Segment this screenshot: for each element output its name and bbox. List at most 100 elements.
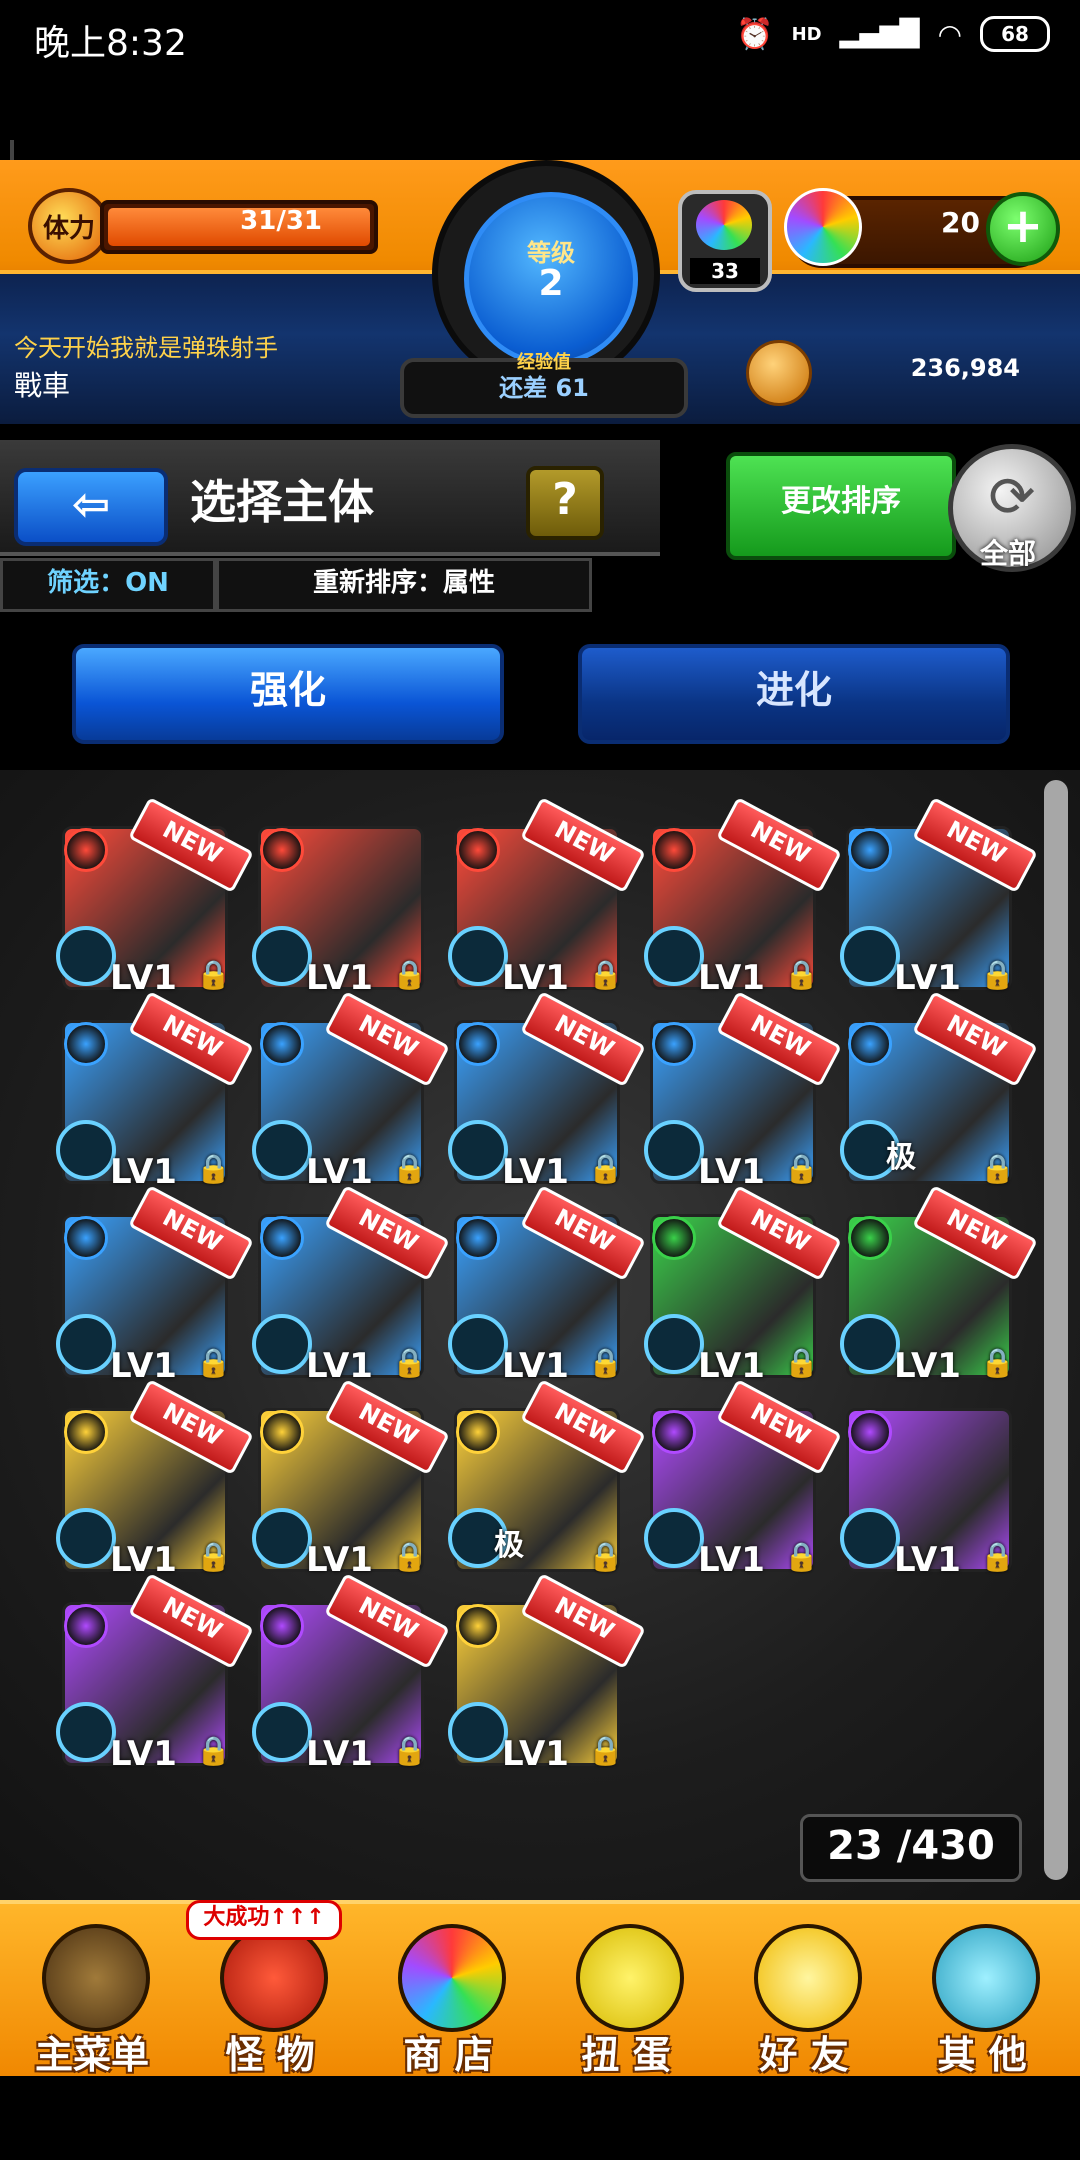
- monster-card[interactable]: NEW LV1 🔒: [252, 1184, 450, 1386]
- level-label: LV1: [502, 1152, 569, 1192]
- add-orb-button[interactable]: +: [986, 192, 1060, 266]
- tab-enhance[interactable]: 强化: [72, 644, 504, 744]
- monster-card[interactable]: NEW LV1 🔒: [448, 990, 646, 1192]
- type-icon: [56, 1702, 116, 1762]
- lock-icon[interactable]: 🔒: [392, 1734, 427, 1770]
- water-attribute-icon: [652, 1022, 696, 1066]
- change-sort-button[interactable]: 更改排序: [726, 452, 956, 560]
- monster-card[interactable]: NEW LV1 🔒: [644, 796, 842, 998]
- lock-icon[interactable]: 🔒: [588, 1346, 623, 1382]
- nav-label: 好 友: [759, 2033, 849, 2077]
- type-icon: [448, 1314, 508, 1374]
- filter-toggle[interactable]: 筛选：ON: [0, 558, 216, 612]
- monster-card[interactable]: NEW LV1 🔒: [448, 796, 646, 998]
- orb-icon: [696, 200, 752, 250]
- level-label: LV1: [110, 958, 177, 998]
- nav-shop[interactable]: 商 店: [364, 1914, 532, 2077]
- fire-attribute-icon: [456, 828, 500, 872]
- dark-attribute-icon: [64, 1604, 108, 1648]
- light-attribute-icon: [260, 1410, 304, 1454]
- orb-stock-button[interactable]: 33: [678, 190, 772, 292]
- nav-gacha[interactable]: 扭 蛋: [542, 1914, 710, 2077]
- coin-icon: [746, 340, 812, 406]
- monster-card[interactable]: NEW 极 🔒: [448, 1378, 646, 1573]
- wifi-icon: ◠: [937, 17, 962, 51]
- alarm-icon: ⏰: [736, 16, 774, 52]
- fire-attribute-icon: [64, 828, 108, 872]
- lock-icon[interactable]: 🔒: [784, 1346, 819, 1382]
- lock-icon[interactable]: 🔒: [196, 1346, 231, 1382]
- monster-card[interactable]: NEW LV1 🔒: [56, 1378, 254, 1580]
- level-label: LV1: [698, 1152, 765, 1192]
- friends-icon: [754, 1924, 862, 2032]
- monster-card[interactable]: NEW LV1 🔒: [448, 1572, 646, 1774]
- monster-card[interactable]: NEW LV1 🔒: [644, 1378, 842, 1580]
- type-icon: [252, 1702, 312, 1762]
- water-attribute-icon: [260, 1216, 304, 1260]
- lock-icon[interactable]: 🔒: [392, 1152, 427, 1188]
- nav-other[interactable]: 其 他: [898, 1914, 1066, 2077]
- lock-icon[interactable]: 🔒: [980, 1540, 1015, 1576]
- monster-card[interactable]: NEW LV1 🔒: [56, 796, 254, 998]
- lock-icon[interactable]: 🔒: [196, 1540, 231, 1576]
- nav-friends[interactable]: 好 友: [720, 1914, 888, 2077]
- lock-icon[interactable]: 🔒: [588, 1540, 623, 1576]
- network-label: HD: [791, 23, 822, 45]
- tab-evolve[interactable]: 进化: [578, 644, 1010, 744]
- level-value: 2: [538, 263, 564, 304]
- nav-main-menu[interactable]: 主菜单: [8, 1914, 176, 2077]
- monster-card[interactable]: NEW LV1 🔒: [56, 1184, 254, 1386]
- level-label: LV1: [110, 1540, 177, 1580]
- monster-card[interactable]: NEW LV1 🔒: [252, 1572, 450, 1774]
- back-button[interactable]: ⇦: [14, 468, 168, 546]
- monster-card[interactable]: NEW LV1 🔒: [252, 990, 450, 1192]
- type-icon: [252, 1120, 312, 1180]
- lock-icon[interactable]: 🔒: [392, 1540, 427, 1576]
- rank-label: 极: [886, 1140, 916, 1175]
- level-label: LV1: [110, 1346, 177, 1386]
- monster-card[interactable]: NEW LV1 🔒: [644, 1184, 842, 1386]
- level-label: LV1: [698, 1346, 765, 1386]
- refresh-label: 全部: [979, 537, 1036, 570]
- monster-card[interactable]: NEW LV1 🔒: [56, 990, 254, 1192]
- fire-attribute-icon: [652, 828, 696, 872]
- lock-icon[interactable]: 🔒: [196, 1152, 231, 1188]
- scrollbar[interactable]: [1044, 780, 1068, 1880]
- lock-icon[interactable]: 🔒: [980, 1346, 1015, 1382]
- monster-card[interactable]: NEW LV1 🔒: [252, 1378, 450, 1580]
- light-attribute-icon: [64, 1410, 108, 1454]
- type-icon: [840, 1314, 900, 1374]
- lock-icon[interactable]: 🔒: [784, 1540, 819, 1576]
- sort-indicator[interactable]: 重新排序：属性: [216, 558, 592, 612]
- lock-icon[interactable]: 🔒: [784, 1152, 819, 1188]
- lock-icon[interactable]: 🔒: [196, 1734, 231, 1770]
- monster-card[interactable]: NEW LV1 🔒: [56, 1572, 254, 1774]
- lock-icon[interactable]: 🔒: [196, 958, 231, 994]
- monster-card[interactable]: NEW LV1 🔒: [840, 1184, 1038, 1386]
- lock-icon[interactable]: 🔒: [588, 958, 623, 994]
- lock-icon[interactable]: 🔒: [392, 958, 427, 994]
- monster-card[interactable]: NEW 极 🔒: [840, 990, 1038, 1185]
- lock-icon[interactable]: 🔒: [980, 1152, 1015, 1188]
- monster-card[interactable]: LV1 🔒: [840, 1408, 1015, 1580]
- egg-icon: [576, 1924, 684, 2032]
- type-icon: [448, 1702, 508, 1762]
- help-button[interactable]: ?: [526, 466, 604, 540]
- lock-icon[interactable]: 🔒: [392, 1346, 427, 1382]
- light-attribute-icon: [456, 1604, 500, 1648]
- lock-icon[interactable]: 🔒: [784, 958, 819, 994]
- monster-card[interactable]: NEW LV1 🔒: [644, 990, 842, 1192]
- monster-card[interactable]: NEW LV1 🔒: [840, 796, 1038, 998]
- lock-icon[interactable]: 🔒: [588, 1152, 623, 1188]
- lock-icon[interactable]: 🔒: [980, 958, 1015, 994]
- signal-icon: ▂▄▆█: [839, 19, 920, 49]
- monster-card[interactable]: LV1 🔒: [252, 826, 427, 998]
- monster-card[interactable]: NEW LV1 🔒: [448, 1184, 646, 1386]
- stamina-icon: 体力: [28, 188, 110, 264]
- level-label: LV1: [306, 1540, 373, 1580]
- success-badge: 大成功↑↑↑: [186, 1900, 342, 1940]
- water-attribute-icon: [848, 828, 892, 872]
- level-label: LV1: [698, 958, 765, 998]
- status-icons: ⏰ HD ▂▄▆█ ◠ 68: [736, 16, 1050, 52]
- lock-icon[interactable]: 🔒: [588, 1734, 623, 1770]
